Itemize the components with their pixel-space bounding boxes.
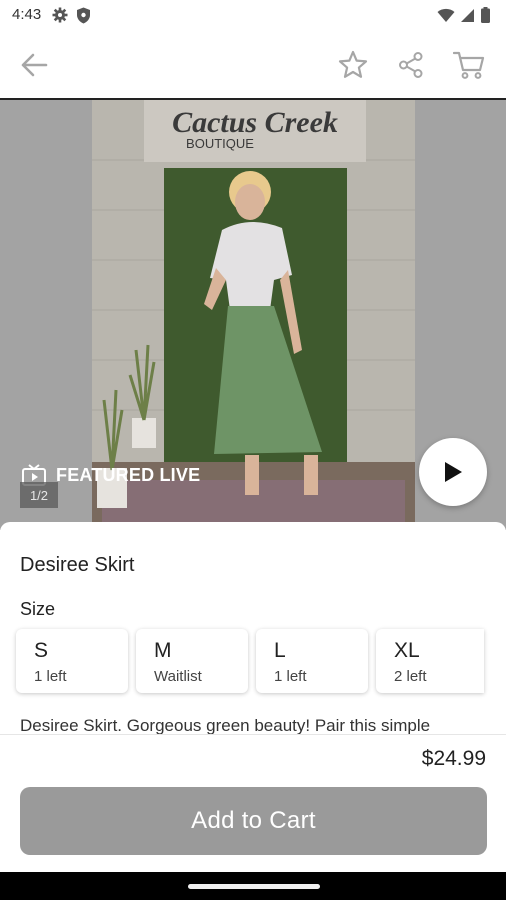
back-button[interactable] xyxy=(17,48,51,82)
sign-text-sub: BOUTIQUE xyxy=(186,136,254,151)
product-description: Desiree Skirt. Gorgeous green beauty! Pa… xyxy=(20,716,431,734)
battery-icon xyxy=(481,7,490,23)
size-option-xl[interactable]: XL 2 left xyxy=(376,629,484,693)
product-title: Desiree Skirt xyxy=(20,554,135,576)
back-arrow-icon xyxy=(21,53,48,77)
settings-icon xyxy=(52,7,68,23)
status-time: 4:43 xyxy=(12,6,42,23)
add-to-cart-button[interactable]: Add to Cart xyxy=(20,787,487,855)
size-name: M xyxy=(154,639,172,662)
signal-icon xyxy=(461,8,474,22)
wifi-icon xyxy=(437,8,455,22)
image-counter: 1/2 xyxy=(20,482,58,508)
size-option-s[interactable]: S 1 left xyxy=(16,629,128,693)
home-gesture-handle[interactable] xyxy=(188,884,320,889)
shield-icon xyxy=(77,7,90,24)
sign-text-main: Cactus Creek xyxy=(172,106,338,139)
size-label: Size xyxy=(20,599,56,619)
size-availability: 1 left xyxy=(274,668,307,685)
size-availability: 2 left xyxy=(394,668,427,685)
status-icons-left xyxy=(52,7,91,24)
size-option-m[interactable]: M Waitlist xyxy=(136,629,248,693)
size-options: S 1 left M Waitlist L 1 left XL 2 left xyxy=(16,629,484,693)
status-icons-right xyxy=(437,7,490,23)
size-option-l[interactable]: L 1 left xyxy=(256,629,368,693)
cart-button[interactable] xyxy=(452,48,486,82)
app-bar xyxy=(0,32,506,100)
play-button[interactable] xyxy=(419,438,487,506)
product-media[interactable]: Cactus Creek BOUTIQUE FEATURED LIVE 1/2 xyxy=(0,100,506,530)
share-button[interactable] xyxy=(394,48,428,82)
size-name: S xyxy=(34,639,49,662)
product-price: $24.99 xyxy=(421,747,486,770)
share-icon xyxy=(399,52,423,78)
cart-icon xyxy=(453,51,485,79)
status-bar: 4:43 xyxy=(0,0,506,32)
featured-live-label: FEATURED LIVE xyxy=(56,464,201,485)
size-name: XL xyxy=(394,639,420,662)
favorite-button[interactable] xyxy=(336,48,370,82)
star-icon xyxy=(338,50,368,78)
size-name: L xyxy=(274,639,286,662)
system-nav-bar xyxy=(0,872,506,900)
divider xyxy=(0,734,506,735)
size-availability: Waitlist xyxy=(154,668,202,685)
size-availability: 1 left xyxy=(34,668,67,685)
product-sheet: Desiree Skirt Size S 1 left M Waitlist L… xyxy=(0,522,506,900)
play-icon xyxy=(445,462,462,482)
